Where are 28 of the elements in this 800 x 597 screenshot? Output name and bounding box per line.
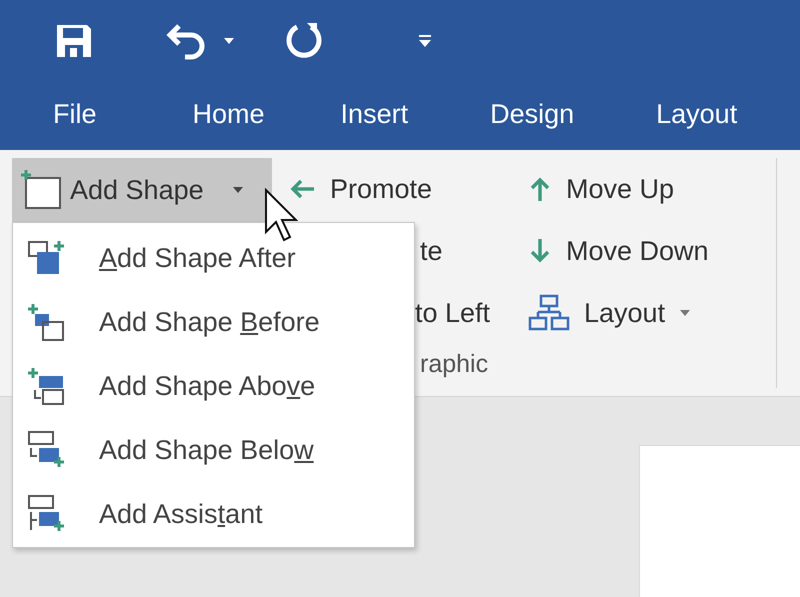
- ribbon-command-button[interactable]: Move Up: [528, 158, 768, 220]
- ribbon-command-text[interactable]: te: [420, 220, 528, 282]
- arrow-up-icon: [528, 176, 552, 202]
- undo-dropdown[interactable]: [223, 37, 235, 45]
- org-chart-icon: [528, 294, 570, 332]
- ribbon-tab[interactable]: Insert: [340, 98, 408, 134]
- caret-icon: [232, 186, 244, 194]
- add-shape-button[interactable]: Add Shape: [12, 158, 272, 222]
- ribbon-tab[interactable]: File: [53, 98, 97, 134]
- caret-icon: [679, 309, 692, 317]
- menu-item[interactable]: Add Shape Above: [13, 354, 414, 418]
- menu-item[interactable]: Add Assistant: [13, 482, 414, 546]
- ribbon-tab[interactable]: Design: [490, 98, 574, 134]
- menu-item[interactable]: Add Shape Below: [13, 418, 414, 482]
- arrow-left-icon: [288, 177, 316, 201]
- customize-toolbar-button[interactable]: [417, 33, 433, 49]
- arrow-down-icon: [528, 238, 552, 264]
- ribbon-command-text[interactable]: to Left: [415, 282, 528, 344]
- menu-item[interactable]: Add Shape After: [13, 226, 414, 290]
- promote-button[interactable]: Promote: [288, 158, 528, 220]
- menu-item[interactable]: Add Shape Before: [13, 290, 414, 354]
- group-label: raphic: [420, 348, 490, 380]
- ribbon-tab[interactable]: Layout: [656, 98, 738, 134]
- ribbon-tab[interactable]: Home: [192, 98, 265, 134]
- add-shape-icon: [18, 168, 64, 212]
- save-button[interactable]: [55, 23, 93, 59]
- ribbon-command-button[interactable]: Move Down: [528, 220, 768, 282]
- ribbon-command-button[interactable]: Layout: [528, 282, 768, 344]
